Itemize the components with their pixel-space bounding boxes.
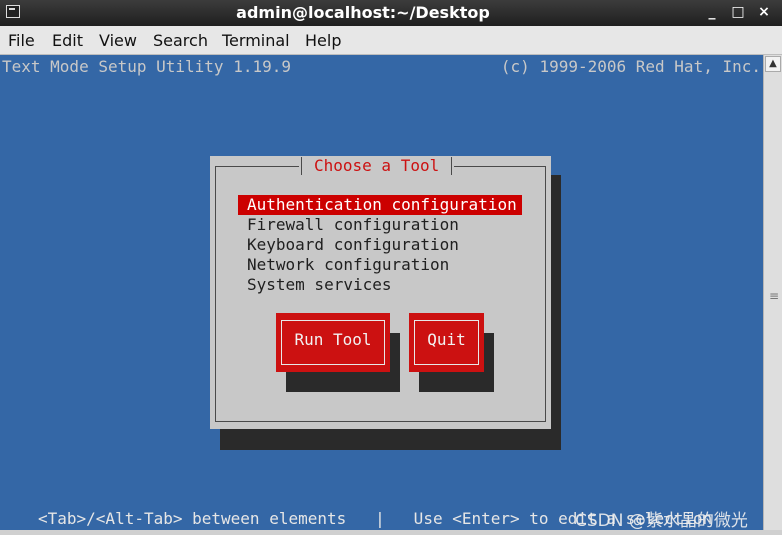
run-tool-button[interactable]: Run Tool (276, 313, 390, 372)
dialog-title-bar: Choose a Tool (299, 156, 455, 176)
quit-label: Quit (414, 320, 479, 365)
close-icon[interactable]: × (755, 3, 773, 21)
list-item-authentication[interactable]: Authentication configuration (238, 195, 522, 215)
list-item-keyboard[interactable]: Keyboard configuration (238, 235, 522, 255)
menu-help[interactable]: Help (305, 31, 341, 50)
maximize-icon[interactable]: □ (729, 3, 747, 21)
run-tool-label: Run Tool (281, 320, 385, 365)
window-title: admin@localhost:~/Desktop (236, 3, 490, 22)
terminal-screen[interactable]: Text Mode Setup Utility 1.19.9 (c) 1999-… (0, 55, 763, 530)
menu-terminal[interactable]: Terminal (222, 31, 290, 50)
list-item-firewall[interactable]: Firewall configuration (238, 215, 522, 235)
terminal-window: admin@localhost:~/Desktop _ □ × File Edi… (0, 0, 782, 535)
window-bottom-edge (0, 530, 782, 535)
menu-bar: File Edit View Search Terminal Help (0, 26, 782, 55)
list-item-network[interactable]: Network configuration (238, 255, 522, 275)
quit-button[interactable]: Quit (409, 313, 484, 372)
menu-file[interactable]: File (8, 31, 35, 50)
dialog-title: Choose a Tool (314, 156, 440, 175)
scrollbar[interactable]: ▲ ≡ (763, 55, 782, 530)
menu-search[interactable]: Search (153, 31, 208, 50)
minimize-icon[interactable]: _ (703, 3, 721, 21)
menu-edit[interactable]: Edit (52, 31, 83, 50)
choose-tool-dialog: Choose a Tool Authentication configurati… (210, 156, 551, 429)
title-right-bar (451, 157, 453, 175)
header-left-text: Text Mode Setup Utility 1.19.9 (2, 57, 291, 76)
title-bar[interactable]: admin@localhost:~/Desktop _ □ × (0, 0, 782, 26)
menu-view[interactable]: View (99, 31, 137, 50)
scroll-grip-icon[interactable]: ≡ (769, 289, 779, 303)
scroll-up-arrow-icon[interactable]: ▲ (765, 56, 781, 72)
watermark-text: CSDN @紫水晶的微光 (575, 511, 748, 530)
list-item-system-services[interactable]: System services (238, 275, 522, 295)
header-right-text: (c) 1999-2006 Red Hat, Inc. (500, 57, 761, 76)
